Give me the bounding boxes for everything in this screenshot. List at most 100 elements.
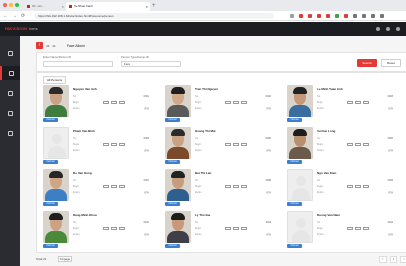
search-button[interactable]: Search [357,59,377,67]
info-label: Expire [317,233,324,236]
avatar-placeholder-icon [287,169,313,201]
filter-panel: Enter Name/Person ID Person Type/Group I… [36,52,406,72]
toolbar: ‹ All 21 Face Album [36,41,85,50]
extension-icon[interactable] [371,14,375,18]
extension-icon[interactable] [308,14,312,18]
sidebar-item-device[interactable] [0,106,20,120]
credential-icons [103,227,125,230]
card-icon [225,143,231,146]
person-info-row: Begin [195,143,271,147]
info-label: Expire [317,191,324,194]
extension-icon[interactable] [335,14,339,18]
info-value: yyyy [144,233,149,236]
user-icon[interactable] [396,27,400,31]
notification-icon[interactable] [376,27,380,31]
person-card[interactable]: Normal Pham Van Binh No. 0004 Begin Expire yyy… [43,127,153,167]
page-number[interactable]: 1 [389,256,398,263]
page-title: Face Album [66,43,86,48]
sidebar-item-access[interactable] [0,86,20,100]
toolbar-left-label[interactable]: All [46,44,49,48]
forward-icon[interactable]: → [12,13,17,19]
card-icon [225,227,231,230]
card-icon [103,227,109,230]
gear-icon [7,130,13,136]
person-card[interactable]: Normal Duong Van Nam No. 0012 Begin Expire yyy… [287,211,397,251]
extension-icon[interactable] [362,14,366,18]
extension-icon[interactable] [353,14,357,18]
fingerprint-icon [111,227,117,230]
status-badge: Normal [165,202,180,206]
avatar [165,127,191,159]
credential-icons [103,143,125,146]
info-label: Begin [195,185,202,188]
info-value: 0005 [265,137,271,140]
back-icon[interactable]: ← [3,13,8,19]
menu-icon[interactable] [380,14,384,18]
next-page-button[interactable]: > [400,256,406,263]
minimize-window-icon[interactable] [9,3,13,7]
info-label: Expire [195,233,202,236]
info-value: yyyy [144,149,149,152]
page-size-select[interactable]: 12/page [58,256,72,262]
name-filter-input[interactable] [43,61,113,67]
person-card[interactable]: Normal Hoang Thi Mai No. 0005 Begin Expire yyy… [165,127,275,167]
close-window-icon[interactable] [3,3,7,7]
person-card[interactable]: Normal Ly Thi Hoa No. 0011 Begin Expire yyyy [165,211,275,251]
sidebar-item-home[interactable] [0,46,20,60]
info-label: Expire [73,191,80,194]
info-label: No. [73,95,77,98]
maximize-window-icon[interactable] [15,3,19,7]
person-info-row: Begin [195,101,271,105]
fingerprint-icon [355,227,361,230]
person-info-row: Expire yyyy [73,233,149,237]
person-card[interactable]: Normal Vu Duc Long No. 0006 Begin Expire yyyy [287,127,397,167]
info-value: yyyy [266,191,271,194]
reset-button[interactable]: Reset [381,59,401,67]
person-card[interactable]: Normal Nguyen Van Anh No. 0001 Begin Expire yy… [43,85,153,125]
person-card[interactable]: Normal Dang Minh Khoa No. 0010 Begin Expire yy… [43,211,153,251]
person-info-row: No. 0012 [317,221,393,225]
help-icon[interactable] [386,27,390,31]
person-card[interactable]: Normal Do Van Hung No. 0007 Begin Expire yyyy [43,169,153,209]
info-value: 0009 [387,179,393,182]
tab-close-icon[interactable]: × [62,4,64,9]
brand-name: HIKVISION [5,26,28,31]
reload-icon[interactable]: ⟳ [21,13,25,19]
person-card[interactable]: Normal Ngo Van Kien No. 0009 Begin Expire yyyy [287,169,397,209]
tab-all-persons[interactable]: All Persons [43,76,67,84]
face-icon [119,101,125,104]
credential-icons [347,101,369,104]
person-card[interactable]: Normal Tran Thi Nguyet No. 0002 Begin Expire y… [165,85,275,125]
person-card[interactable]: Normal Bui Thi Lan No. 0008 Begin Expire yyyy [165,169,275,209]
status-badge: Normal [43,202,58,206]
sidebar-item-person[interactable] [0,66,20,80]
url-input[interactable]: https://hik.192.168.1.64/doc/index.html#… [34,13,274,19]
person-info-row: No. 0006 [317,137,393,141]
brand-logo: HIKVISION Ivms [5,26,38,31]
fingerprint-icon [233,143,239,146]
credential-icons [225,185,247,188]
status-badge: Normal [165,118,180,122]
card-icon [225,101,231,104]
browser-tab-2[interactable]: hv-Nhan hanh × [66,2,150,11]
info-value: 0012 [387,221,393,224]
person-card[interactable]: Normal Le Minh Tuan Anh No. 0003 Begin Expire… [287,85,397,125]
new-tab-icon[interactable]: + [152,2,156,10]
extension-icon[interactable] [299,14,303,18]
type-filter-select[interactable]: Face [121,61,181,67]
face-icon [119,185,125,188]
info-value: yyyy [388,233,393,236]
browser-tab-1[interactable]: Nh..sim... × [24,2,66,11]
tab-close-icon[interactable]: × [146,4,148,9]
extension-icon[interactable] [317,14,321,18]
extension-icon[interactable] [326,14,330,18]
extension-icon[interactable] [344,14,348,18]
sidebar-item-settings[interactable] [0,126,20,140]
prev-page-button[interactable]: < [378,256,387,263]
fingerprint-icon [111,185,117,188]
info-label: Expire [73,233,80,236]
back-button[interactable]: ‹ [36,42,43,49]
door-icon [7,90,13,96]
card-icon [103,185,109,188]
extension-icon[interactable] [290,14,294,18]
